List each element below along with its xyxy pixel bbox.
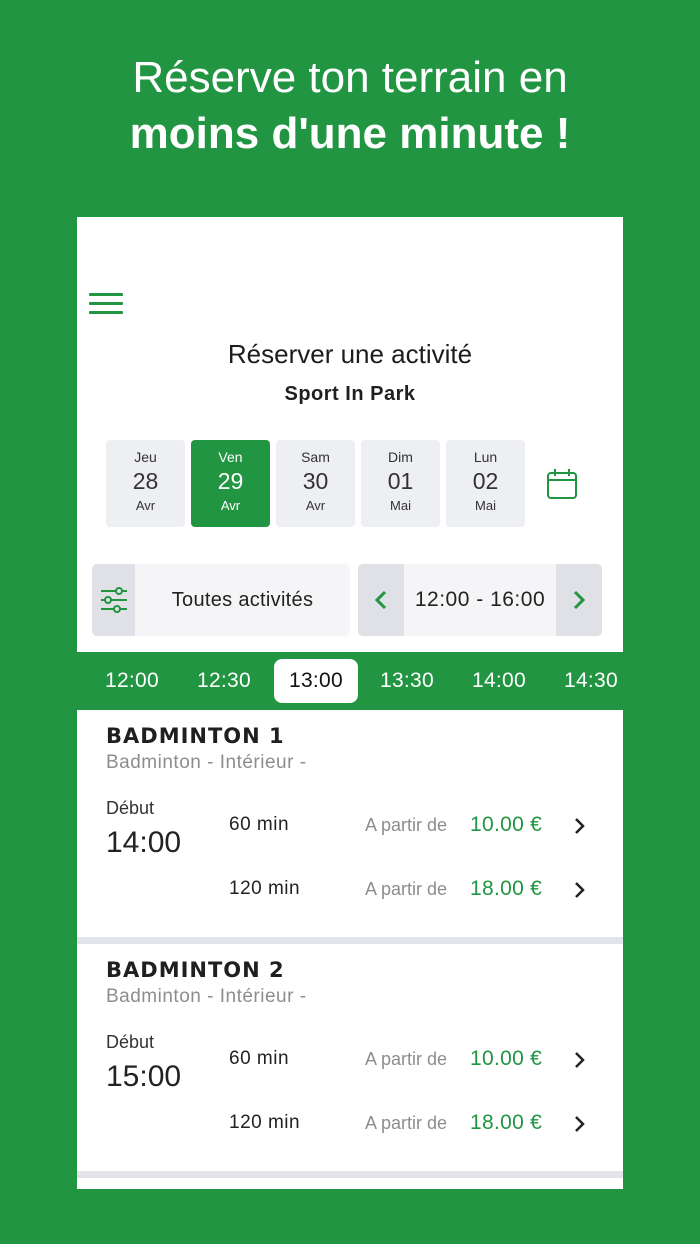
day-month: Avr bbox=[220, 498, 241, 513]
card-divider bbox=[77, 1171, 623, 1178]
time-slot[interactable]: 14:00 bbox=[457, 659, 541, 703]
option-from-label: A partir de bbox=[365, 815, 448, 835]
day-month: Mai bbox=[475, 498, 496, 513]
time-slot-active[interactable]: 13:00 bbox=[274, 659, 358, 703]
day-month: Avr bbox=[305, 498, 326, 513]
day-date: 29 bbox=[217, 468, 244, 494]
day-name: Dim bbox=[388, 449, 413, 465]
chevron-left-icon[interactable] bbox=[358, 564, 404, 636]
hamburger-icon[interactable] bbox=[89, 293, 123, 317]
time-slot[interactable]: 12:30 bbox=[182, 659, 266, 703]
time-range-label: 12:00 - 16:00 bbox=[414, 588, 546, 611]
app-screen: Réserver une activité Sport In Park Jeu … bbox=[77, 217, 623, 1189]
booking-option[interactable]: 60 min A partir de 10.00 € bbox=[229, 812, 599, 842]
court-name: BADMINTON 1 bbox=[106, 724, 285, 748]
headline-line-2: moins d'une minute ! bbox=[129, 109, 571, 158]
promo-headline: Réserve ton terrain en moins d'une minut… bbox=[0, 50, 700, 162]
venue-name: Sport In Park bbox=[284, 383, 416, 405]
option-price: 10.00 € bbox=[470, 1047, 543, 1070]
day-name: Ven bbox=[218, 449, 243, 465]
option-from-label: A partir de bbox=[365, 879, 448, 899]
court-type: Badminton - Intérieur - bbox=[106, 752, 307, 773]
court-card: BADMINTON 1 Badminton - Intérieur - Débu… bbox=[77, 710, 623, 938]
day-tile[interactable]: Jeu 28 Avr bbox=[106, 440, 185, 527]
day-tile-selected[interactable]: Ven 29 Avr bbox=[191, 440, 270, 527]
time-slot-bar: 12:00 12:30 13:00 13:30 14:00 14:30 bbox=[77, 652, 623, 710]
day-tile[interactable]: Dim 01 Mai bbox=[361, 440, 440, 527]
option-duration: 120 min bbox=[229, 1112, 301, 1133]
day-date: 28 bbox=[132, 468, 159, 494]
day-date: 02 bbox=[472, 468, 499, 494]
page-title: Réserver une activité bbox=[227, 339, 473, 369]
option-price: 10.00 € bbox=[470, 813, 543, 836]
start-time: 15:00 bbox=[106, 1060, 182, 1093]
day-tile[interactable]: Lun 02 Mai bbox=[446, 440, 525, 527]
activity-filter-button[interactable]: Toutes activités bbox=[92, 564, 350, 636]
day-month: Avr bbox=[135, 498, 156, 513]
time-slot[interactable]: 14:30 bbox=[549, 659, 623, 703]
day-name: Jeu bbox=[134, 449, 157, 465]
booking-option[interactable]: 120 min A partir de 18.00 € bbox=[229, 1110, 599, 1140]
day-date: 01 bbox=[387, 468, 414, 494]
option-duration: 60 min bbox=[229, 1048, 290, 1069]
card-divider bbox=[77, 937, 623, 944]
day-tile[interactable]: Sam 30 Avr bbox=[276, 440, 355, 527]
sliders-icon bbox=[92, 564, 135, 636]
option-from-label: A partir de bbox=[365, 1113, 448, 1133]
day-name: Sam bbox=[301, 449, 330, 465]
option-duration: 60 min bbox=[229, 814, 290, 835]
time-slot[interactable]: 13:30 bbox=[365, 659, 449, 703]
start-time: 14:00 bbox=[106, 826, 182, 859]
booking-option[interactable]: 120 min A partir de 18.00 € bbox=[229, 876, 599, 906]
chevron-right-icon[interactable] bbox=[556, 564, 602, 636]
headline-line-1: Réserve ton terrain en bbox=[132, 53, 568, 102]
time-slot[interactable]: 12:00 bbox=[90, 659, 174, 703]
day-name: Lun bbox=[473, 449, 498, 465]
time-range-selector: 12:00 - 16:00 bbox=[358, 564, 602, 636]
option-price: 18.00 € bbox=[470, 877, 543, 900]
booking-option[interactable]: 60 min A partir de 10.00 € bbox=[229, 1046, 599, 1076]
activity-filter-label: Toutes activités bbox=[171, 588, 314, 611]
start-label: Début bbox=[106, 1032, 155, 1052]
chevron-right-icon bbox=[575, 1116, 585, 1132]
option-from-label: A partir de bbox=[365, 1049, 448, 1069]
day-date: 30 bbox=[302, 468, 329, 494]
calendar-icon[interactable] bbox=[546, 467, 578, 501]
option-price: 18.00 € bbox=[470, 1111, 543, 1134]
chevron-right-icon bbox=[575, 1052, 585, 1068]
chevron-right-icon bbox=[575, 818, 585, 834]
day-month: Mai bbox=[390, 498, 411, 513]
court-name: BADMINTON 2 bbox=[106, 958, 285, 982]
chevron-right-icon bbox=[575, 882, 585, 898]
day-picker: Jeu 28 Avr Ven 29 Avr Sam 30 Avr Dim 01 … bbox=[106, 440, 525, 527]
court-type: Badminton - Intérieur - bbox=[106, 986, 307, 1007]
court-card: BADMINTON 2 Badminton - Intérieur - Débu… bbox=[77, 944, 623, 1172]
start-label: Début bbox=[106, 798, 155, 818]
option-duration: 120 min bbox=[229, 878, 301, 899]
